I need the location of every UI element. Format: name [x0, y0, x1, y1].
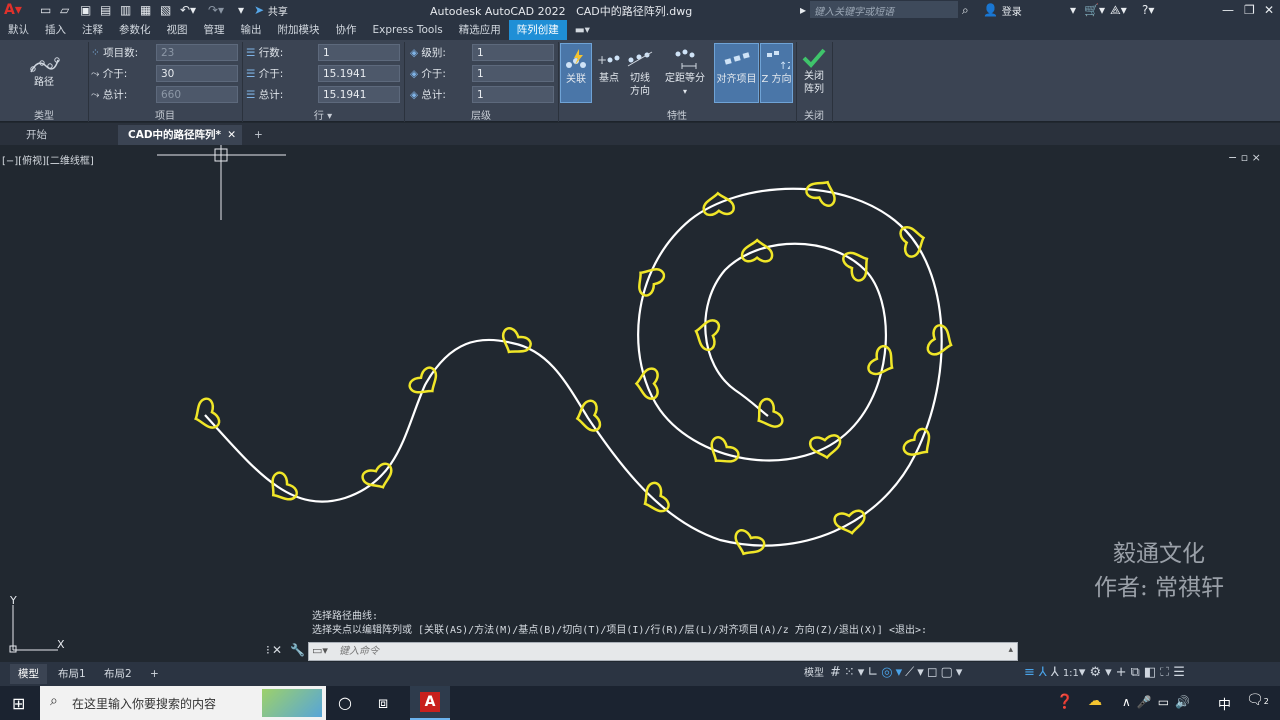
path-curve[interactable] — [204, 187, 943, 547]
osnap-icon[interactable]: ◻ — [927, 665, 941, 680]
isodraft-icon[interactable]: ⟋▾ — [905, 665, 927, 680]
scale-label[interactable]: 1:1 — [1063, 668, 1079, 679]
crosshair-cursor — [157, 145, 286, 220]
network-icon[interactable]: ▭ — [1158, 695, 1175, 709]
tab-model[interactable]: 模型 — [10, 664, 47, 684]
notification-count: 2 — [1263, 697, 1269, 706]
command-history: 选择路径曲线: 选择夹点以编辑阵列或 [关联(AS)/方法(M)/基点(B)/切… — [312, 610, 1017, 638]
tab-layout-2[interactable]: 布局2 — [96, 664, 140, 684]
volume-icon[interactable]: 🔊 — [1175, 695, 1196, 709]
notification-icon[interactable]: 🗨2 — [1246, 692, 1269, 708]
axis-x-label: X — [57, 638, 65, 651]
help-tray-icon[interactable]: ❓ — [1056, 694, 1073, 710]
command-prompt-icon[interactable]: ▭▾ — [312, 644, 328, 657]
clean-screen-icon[interactable]: ⛶ — [1160, 665, 1173, 680]
command-history-line-1: 选择路径曲线: — [312, 611, 379, 622]
command-customize-icon[interactable]: 🔧 — [290, 643, 305, 657]
watermark-line-2: 作者: 常祺轩 — [1094, 575, 1225, 601]
status-bar: 模型 布局1 布局2 + 模型 #⁙▾∟◎▾⟋▾◻▢▾ ≡⅄⅄1:1▾⚙▾+⧉◧… — [0, 662, 1280, 686]
cortana-icon[interactable]: ○ — [338, 693, 352, 712]
microphone-icon[interactable]: 🎤 — [1137, 695, 1158, 709]
weather-icon[interactable]: ☁ — [1088, 693, 1102, 709]
command-history-line-2: 选择夹点以编辑阵列或 [关联(AS)/方法(M)/基点(B)/切向(T)/项目(… — [312, 625, 928, 636]
windows-start-icon[interactable]: ⊞ — [12, 694, 25, 713]
command-input[interactable] — [339, 644, 999, 659]
customize-status-icon[interactable]: ☰ — [1173, 665, 1189, 680]
status-toggles[interactable]: #⁙▾∟◎▾⟋▾◻▢▾ — [830, 665, 965, 680]
isolate-icon[interactable]: ⧉ — [1131, 665, 1144, 680]
taskbar-search-box[interactable]: ⌕ 在这里输入你要搜索的内容 — [40, 686, 326, 720]
annotation-toggles[interactable]: ≡⅄⅄1:1▾⚙▾+⧉◧⛶☰ — [1024, 665, 1189, 680]
polar-icon[interactable]: ◎▾ — [881, 665, 905, 680]
autocad-taskbar-button[interactable]: A — [410, 686, 450, 720]
autocad-app-icon: A — [420, 692, 440, 712]
object-snap-icon[interactable]: ▢▾ — [941, 665, 966, 680]
hardware-accel-icon[interactable]: ◧ — [1144, 665, 1160, 680]
tab-layout-1[interactable]: 布局1 — [50, 664, 94, 684]
annotation-visibility-icon[interactable]: ⅄ — [1039, 665, 1051, 680]
watermark-line-1: 毅通文化 — [1113, 541, 1206, 567]
ortho-icon[interactable]: ∟ — [867, 665, 881, 680]
scale-dropdown-icon[interactable]: ▾ — [1079, 665, 1090, 680]
snap-icon[interactable]: ⁙▾ — [844, 665, 867, 680]
plus-icon[interactable]: + — [1116, 665, 1131, 680]
ucs-icon — [9, 605, 58, 653]
search-highlight-image — [262, 689, 322, 717]
command-line[interactable]: ▭▾ ▴ — [308, 642, 1018, 661]
annotation-scale-icon[interactable]: ⅄ — [1051, 665, 1063, 680]
add-layout-button[interactable]: + — [142, 664, 167, 684]
model-space-toggle[interactable]: 模型 — [796, 664, 832, 684]
taskbar-search-text: 在这里输入你要搜索的内容 — [72, 697, 217, 711]
taskbar-search-icon: ⌕ — [50, 693, 58, 709]
task-view-icon[interactable]: ⧈ — [378, 693, 388, 713]
command-history-toggle-icon[interactable]: ▴ — [1008, 645, 1013, 655]
command-grip-icon[interactable]: ⁝ — [266, 643, 270, 657]
tray-expand-icon[interactable]: ∧ — [1122, 695, 1137, 709]
windows-taskbar: ⊞ ⌕ 在这里输入你要搜索的内容 ○ ⧈ A ❓ ☁ ∧🎤▭🔊 中 🗨2 — [0, 686, 1280, 720]
ime-indicator[interactable]: 中 — [1218, 694, 1231, 713]
heart-array[interactable] — [190, 175, 956, 560]
command-close-icon[interactable]: ✕ — [272, 643, 282, 657]
lineweight-icon[interactable]: ≡ — [1024, 665, 1039, 680]
system-tray[interactable]: ∧🎤▭🔊 — [1122, 695, 1196, 709]
workspace-gear-icon[interactable]: ⚙▾ — [1089, 665, 1115, 680]
grid-icon[interactable]: # — [830, 665, 844, 680]
axis-y-label: Y — [9, 594, 17, 607]
watermark: 毅通文化 作者: 常祺轩 — [1094, 537, 1224, 605]
